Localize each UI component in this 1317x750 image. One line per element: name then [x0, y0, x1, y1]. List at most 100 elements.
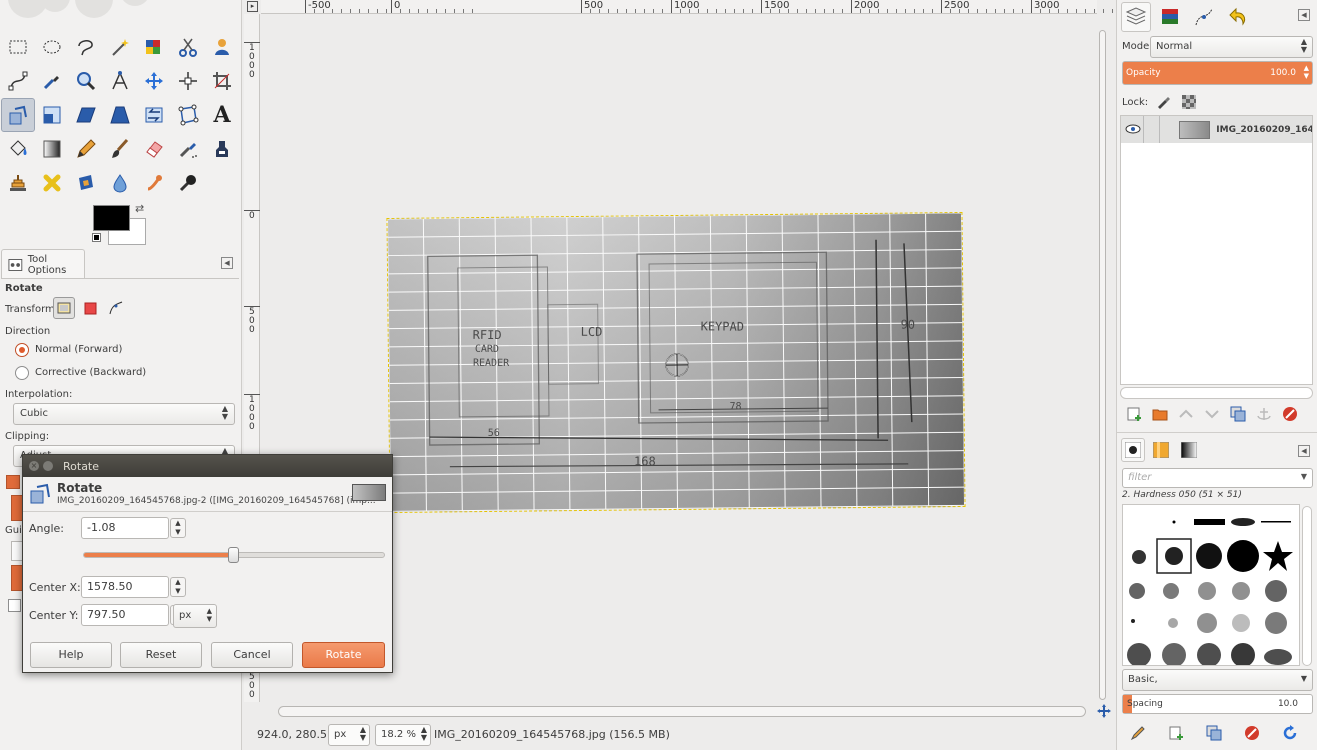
lock-pixels-icon[interactable]: [1155, 94, 1171, 110]
blur-tool-button[interactable]: [103, 166, 137, 200]
measure-tool-button[interactable]: [103, 64, 137, 98]
dialog-titlebar[interactable]: × Rotate: [23, 455, 392, 477]
center-unit-select[interactable]: px ▲ ▼: [173, 604, 217, 628]
interpolation-select[interactable]: Cubic ▲ ▼: [13, 403, 235, 425]
ink-tool-button[interactable]: [205, 132, 239, 166]
unit-select[interactable]: px ▲ ▼: [328, 724, 370, 746]
airbrush-tool-button[interactable]: [171, 132, 205, 166]
tab-patterns[interactable]: [1149, 438, 1173, 462]
fuzzy-select-tool-button[interactable]: [103, 30, 137, 64]
foreground-color-swatch[interactable]: [93, 205, 130, 231]
zoom-select[interactable]: 18.2 % ▲ ▼: [375, 724, 431, 746]
tool-options-menu-icon[interactable]: ◀: [221, 257, 233, 269]
new-brush-button[interactable]: [1167, 724, 1185, 742]
free-select-tool-button[interactable]: [69, 30, 103, 64]
new-layer-group-button[interactable]: [1151, 405, 1169, 423]
layer-mode-select[interactable]: Normal ▲ ▼: [1150, 36, 1313, 58]
opacity-slider[interactable]: Opacity 100.0 ▲ ▼: [1122, 61, 1313, 85]
scissors-select-tool-button[interactable]: [171, 30, 205, 64]
blend-tool-button[interactable]: [35, 132, 69, 166]
heal-tool-button[interactable]: [35, 166, 69, 200]
tab-undo-history[interactable]: [1223, 2, 1253, 32]
refresh-brushes-button[interactable]: [1281, 724, 1299, 742]
direction-corrective-radio[interactable]: [15, 366, 29, 380]
brush-spacing-slider[interactable]: Spacing 10.0: [1122, 694, 1313, 714]
perspective-clone-tool-button[interactable]: [69, 166, 103, 200]
delete-layer-button[interactable]: [1281, 405, 1299, 423]
rotate-tool-button[interactable]: [1, 98, 35, 132]
angle-slider-handle[interactable]: [228, 547, 240, 563]
tab-layers[interactable]: [1121, 2, 1151, 32]
smudge-tool-button[interactable]: [137, 166, 171, 200]
tab-gradients[interactable]: [1177, 438, 1201, 462]
flip-tool-button[interactable]: [137, 98, 171, 132]
eraser-tool-button[interactable]: [137, 132, 171, 166]
new-layer-button[interactable]: [1125, 405, 1143, 423]
duplicate-brush-button[interactable]: [1205, 724, 1223, 742]
rotation-pivot-handle[interactable]: [664, 352, 690, 378]
canvas-vertical-scrollbar[interactable]: [1099, 30, 1106, 700]
raise-layer-button[interactable]: [1177, 405, 1195, 423]
ellipse-select-tool-button[interactable]: [35, 30, 69, 64]
brush-filter-input[interactable]: filter ▼: [1122, 468, 1313, 488]
color-select-tool-button[interactable]: [137, 30, 171, 64]
clone-tool-button[interactable]: [1, 166, 35, 200]
paths-tool-button[interactable]: [1, 64, 35, 98]
center-y-input[interactable]: 797.50 ▲▼: [81, 604, 186, 626]
brush-grid-scrollbar[interactable]: [1302, 506, 1312, 666]
zoom-tool-button[interactable]: [69, 64, 103, 98]
shear-tool-button[interactable]: [69, 98, 103, 132]
canvas-horizontal-scrollbar[interactable]: [278, 706, 1086, 717]
brushes-dock-menu-icon[interactable]: ◀: [1298, 445, 1310, 457]
lock-alpha-icon[interactable]: [1181, 94, 1197, 110]
lower-layer-button[interactable]: [1203, 405, 1221, 423]
rect-select-tool-button[interactable]: [1, 30, 35, 64]
anchor-layer-button[interactable]: [1255, 405, 1273, 423]
text-tool-button[interactable]: A: [205, 98, 239, 132]
layer-visibility-eye-icon[interactable]: [1125, 122, 1141, 136]
foreground-select-tool-button[interactable]: [205, 30, 239, 64]
pencil-tool-button[interactable]: [69, 132, 103, 166]
quick-mask-icon[interactable]: ▸: [247, 1, 258, 12]
tab-brushes[interactable]: [1121, 438, 1145, 462]
center-x-input[interactable]: 1578.50 ▲ ▼: [81, 576, 186, 598]
duplicate-layer-button[interactable]: [1229, 405, 1247, 423]
angle-slider[interactable]: [83, 547, 385, 563]
brush-grid[interactable]: [1122, 504, 1300, 666]
swap-colors-icon[interactable]: ⇄: [135, 202, 144, 215]
navigate-icon[interactable]: [1096, 703, 1112, 719]
cancel-button[interactable]: Cancel: [211, 642, 293, 668]
image-layer-preview[interactable]: RFID CARD READER LCD KEYPAD 90 78 56 168: [386, 211, 966, 514]
align-tool-button[interactable]: [171, 64, 205, 98]
rotate-button[interactable]: Rotate: [302, 642, 385, 668]
tab-paths[interactable]: [1189, 2, 1219, 32]
spin-arrows-icon[interactable]: ▲▼: [170, 577, 186, 597]
layers-dock-menu-icon[interactable]: ◀: [1298, 9, 1310, 21]
paintbrush-tool-button[interactable]: [103, 132, 137, 166]
help-button[interactable]: Help: [30, 642, 112, 668]
show-image-checkbox[interactable]: [8, 599, 21, 612]
direction-normal-radio[interactable]: [15, 343, 29, 357]
scale-tool-button[interactable]: [35, 98, 69, 132]
spin-arrows-icon[interactable]: ▲▼: [170, 518, 186, 538]
edit-brush-button[interactable]: [1129, 724, 1147, 742]
reset-button[interactable]: Reset: [120, 642, 202, 668]
brush-preset-select[interactable]: Basic, ▼: [1122, 669, 1313, 691]
layer-row[interactable]: IMG_20160209_164545: [1121, 116, 1312, 143]
transform-layer-button[interactable]: [53, 297, 75, 319]
delete-brush-button[interactable]: [1243, 724, 1261, 742]
minimize-icon[interactable]: [43, 461, 53, 471]
tab-tool-options[interactable]: Tool Options: [1, 249, 85, 279]
transform-selection-button[interactable]: [79, 297, 101, 319]
close-icon[interactable]: ×: [29, 461, 39, 471]
perspective-tool-button[interactable]: [103, 98, 137, 132]
preview-checkbox[interactable]: [6, 475, 20, 489]
bucket-fill-tool-button[interactable]: [1, 132, 35, 166]
angle-input[interactable]: -1.08 ▲ ▼: [81, 517, 186, 539]
ruler-horizontal[interactable]: -5000500100015002000250030003500: [261, 0, 1203, 14]
tab-channels[interactable]: [1155, 2, 1185, 32]
color-picker-tool-button[interactable]: [35, 64, 69, 98]
cage-transform-tool-button[interactable]: [171, 98, 205, 132]
layers-horizontal-scrollbar[interactable]: [1120, 387, 1313, 399]
default-colors-icon[interactable]: [92, 233, 101, 242]
